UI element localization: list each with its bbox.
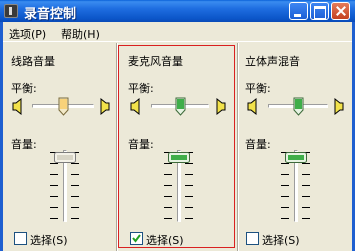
- volume-slider-thumb[interactable]: [168, 152, 190, 163]
- window-border-left: [0, 22, 3, 251]
- checkmark-icon: [132, 234, 141, 243]
- balance-slider-thumb[interactable]: [58, 97, 69, 116]
- menu-options[interactable]: 选项(P): [9, 26, 46, 42]
- select-checkbox[interactable]: [14, 232, 27, 245]
- title-bar[interactable]: 录音控制: [0, 0, 355, 22]
- minimize-button[interactable]: [289, 2, 308, 20]
- volume-slider-thumb[interactable]: [285, 152, 307, 163]
- close-button[interactable]: [331, 2, 350, 20]
- volume-slider-thumb[interactable]: [54, 152, 76, 163]
- balance-slider-thumb[interactable]: [175, 97, 186, 116]
- balance-label: 平衡:: [128, 82, 154, 95]
- menu-help[interactable]: 帮助(H): [61, 26, 100, 42]
- speaker-right-icon: [334, 98, 344, 115]
- select-label[interactable]: 选择(S): [262, 232, 300, 248]
- column-title: 麦克风音量: [128, 55, 183, 68]
- volume-label: 音量:: [128, 138, 154, 151]
- window-title: 录音控制: [24, 7, 77, 22]
- volume-label: 音量:: [11, 138, 37, 151]
- column-title: 立体声混音: [245, 55, 300, 68]
- balance-label: 平衡:: [245, 82, 271, 95]
- select-checkbox[interactable]: [130, 232, 143, 245]
- column-separator: [116, 43, 117, 251]
- balance-label: 平衡:: [11, 82, 37, 95]
- select-label[interactable]: 选择(S): [30, 232, 68, 248]
- maximize-button[interactable]: [310, 2, 329, 20]
- volume-label: 音量:: [245, 138, 271, 151]
- speaker-right-icon: [216, 98, 226, 115]
- select-checkbox[interactable]: [246, 232, 259, 245]
- speaker-left-icon: [12, 98, 22, 115]
- app-icon[interactable]: [4, 4, 18, 18]
- column-title: 线路音量: [11, 55, 55, 68]
- speaker-right-icon: [100, 98, 110, 115]
- speaker-left-icon: [247, 98, 257, 115]
- menu-bar: 选项(P) 帮助(H): [3, 22, 352, 42]
- select-label[interactable]: 选择(S): [146, 232, 184, 248]
- column-separator: [237, 43, 238, 251]
- balance-slider-thumb[interactable]: [293, 97, 304, 116]
- speaker-left-icon: [130, 98, 140, 115]
